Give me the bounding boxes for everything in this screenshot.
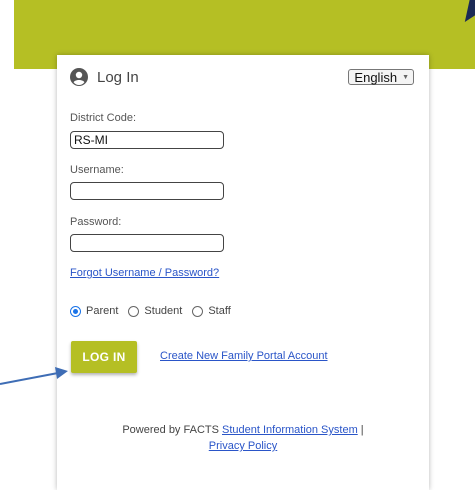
privacy-policy-link[interactable]: Privacy Policy xyxy=(209,440,277,452)
sis-link[interactable]: Student Information System xyxy=(222,424,358,436)
login-page: Log In English ▼ District Code: Username… xyxy=(0,0,475,490)
username-input[interactable] xyxy=(70,182,224,200)
role-label-parent: Parent xyxy=(86,305,119,317)
role-label-student: Student xyxy=(144,305,183,317)
district-code-input[interactable] xyxy=(70,131,224,149)
powered-by-text: Powered by FACTS xyxy=(122,424,219,436)
role-label-staff: Staff xyxy=(208,305,231,317)
role-radio-staff[interactable] xyxy=(192,305,204,317)
card-header: Log In xyxy=(70,68,139,86)
role-radio-group: Parent Student Staff xyxy=(70,305,241,317)
district-code-label: District Code: xyxy=(70,112,137,124)
forgot-credentials-link[interactable]: Forgot Username / Password? xyxy=(70,267,219,279)
footer-line-2: Privacy Policy xyxy=(57,438,429,454)
role-radio-parent[interactable] xyxy=(70,305,81,317)
language-select-value: English xyxy=(354,69,398,85)
page-title: Log In xyxy=(97,68,139,86)
create-account-link[interactable]: Create New Family Portal Account xyxy=(160,350,328,362)
caret-down-icon: ▼ xyxy=(402,73,409,81)
login-card: Log In English ▼ District Code: Username… xyxy=(57,55,429,490)
password-label: Password: xyxy=(70,216,122,228)
username-label: Username: xyxy=(70,164,124,176)
role-radio-student[interactable] xyxy=(128,305,140,317)
language-select[interactable]: English ▼ xyxy=(348,69,414,85)
footer-separator: | xyxy=(360,424,364,436)
footer-line-1: Powered by FACTS Student Information Sys… xyxy=(57,422,429,438)
footer: Powered by FACTS Student Information Sys… xyxy=(57,422,429,454)
login-button[interactable]: LOG IN xyxy=(71,341,137,373)
password-input[interactable] xyxy=(70,234,224,252)
user-circle-icon xyxy=(70,68,88,86)
